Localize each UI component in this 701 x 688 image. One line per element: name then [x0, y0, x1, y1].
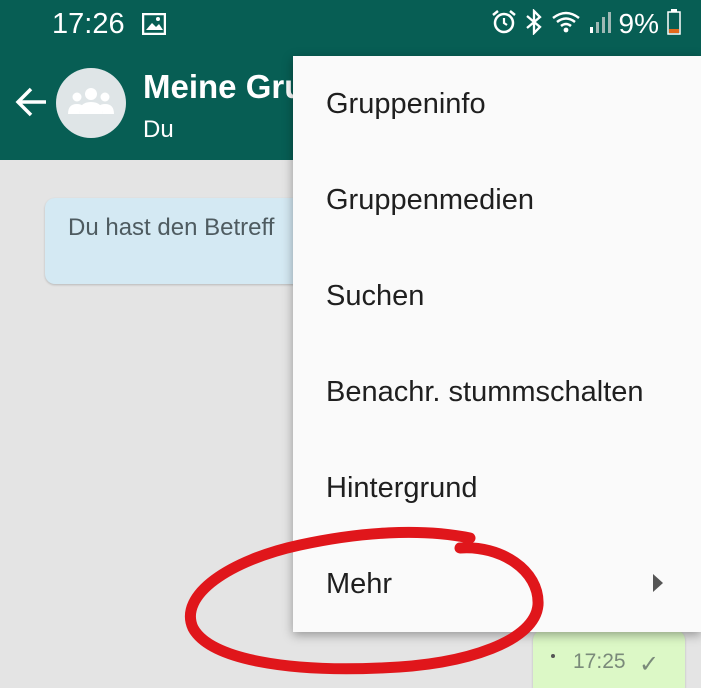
message-text — [551, 654, 555, 658]
menu-item-gruppeninfo[interactable]: Gruppeninfo — [293, 56, 701, 152]
alarm-icon — [491, 9, 517, 40]
system-message-text: Du hast den Betreff — [68, 214, 275, 241]
battery-icon — [667, 8, 681, 40]
menu-item-label: Suchen — [326, 279, 425, 312]
status-time: 17:26 — [52, 8, 125, 40]
overflow-menu: Gruppeninfo Gruppenmedien Suchen Benachr… — [293, 56, 701, 632]
submenu-arrow-icon — [653, 574, 663, 592]
image-icon — [141, 12, 167, 40]
menu-item-label: Mehr — [326, 567, 393, 600]
wifi-icon — [551, 10, 581, 39]
menu-item-label: Gruppenmedien — [326, 183, 534, 216]
menu-item-label: Benachr. stummschalten — [326, 375, 644, 408]
chat-subtitle: Du — [143, 116, 174, 143]
status-icons: 9% — [491, 7, 681, 40]
avatar[interactable] — [56, 68, 126, 138]
menu-item-stummschalten[interactable]: Benachr. stummschalten — [293, 344, 701, 440]
chat-title[interactable]: Meine Gru — [143, 68, 304, 106]
message-time: 17:25 — [573, 650, 626, 673]
bluetooth-icon — [525, 7, 543, 40]
check-icon: ✓ — [639, 651, 660, 678]
menu-item-label: Gruppeninfo — [326, 87, 486, 120]
menu-item-suchen[interactable]: Suchen — [293, 248, 701, 344]
menu-item-label: Hintergrund — [326, 471, 478, 504]
status-bar: 17:26 9% — [0, 0, 701, 48]
outgoing-message-bubble[interactable]: 17:25 ✓ — [533, 630, 685, 688]
group-icon — [66, 86, 116, 121]
menu-item-gruppenmedien[interactable]: Gruppenmedien — [293, 152, 701, 248]
menu-item-mehr[interactable]: Mehr — [293, 536, 701, 632]
menu-item-hintergrund[interactable]: Hintergrund — [293, 440, 701, 536]
battery-percent: 9% — [618, 8, 659, 39]
signal-icon — [589, 10, 611, 39]
arrow-left-icon[interactable] — [14, 84, 50, 125]
